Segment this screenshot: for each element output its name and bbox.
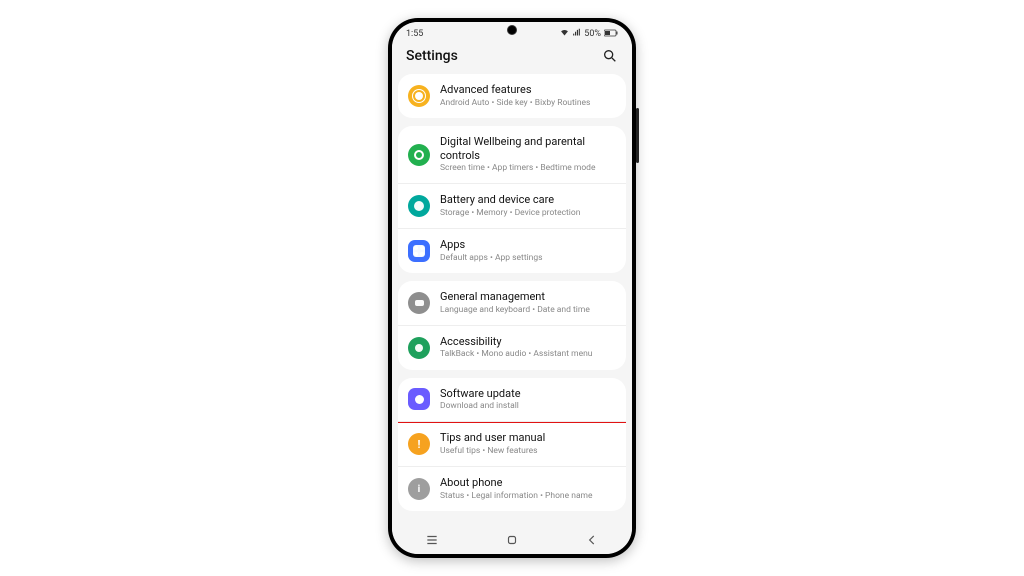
settings-group: Digital Wellbeing and parental controls … <box>398 126 626 273</box>
battery-text: 50% <box>584 29 601 39</box>
settings-item-general-management[interactable]: General management Language and keyboard… <box>398 281 626 325</box>
recents-button[interactable] <box>417 533 447 547</box>
item-subtitle: Useful tips • New features <box>440 446 616 457</box>
wifi-icon <box>560 28 569 40</box>
general-management-icon <box>408 292 430 314</box>
item-subtitle: Storage • Memory • Device protection <box>440 208 616 219</box>
header: Settings <box>392 42 632 74</box>
settings-list[interactable]: Advanced features Android Auto • Side ke… <box>392 74 632 511</box>
clock: 1:55 <box>406 29 423 39</box>
software-update-icon <box>408 388 430 410</box>
accessibility-icon <box>408 337 430 359</box>
battery-icon <box>604 29 618 40</box>
settings-item-tips[interactable]: ! Tips and user manual Useful tips • New… <box>398 421 626 466</box>
item-title: Tips and user manual <box>440 431 616 445</box>
settings-item-software-update[interactable]: Software update Download and install <box>398 378 626 424</box>
settings-item-apps[interactable]: Apps Default apps • App settings <box>398 228 626 273</box>
settings-group: General management Language and keyboard… <box>398 281 626 370</box>
settings-group: Software update Download and install ! T… <box>398 378 626 511</box>
home-button[interactable] <box>497 533 527 547</box>
apps-icon <box>408 240 430 262</box>
item-title: Apps <box>440 238 616 252</box>
screen: 1:55 50% Settings <box>392 22 632 554</box>
settings-item-digital-wellbeing[interactable]: Digital Wellbeing and parental controls … <box>398 126 626 184</box>
tips-icon: ! <box>408 433 430 455</box>
digital-wellbeing-icon <box>408 144 430 166</box>
advanced-features-icon <box>408 85 430 107</box>
back-button[interactable] <box>577 533 607 547</box>
search-icon[interactable] <box>602 48 618 64</box>
item-subtitle: Language and keyboard • Date and time <box>440 305 616 316</box>
battery-care-icon <box>408 195 430 217</box>
signal-icon <box>572 28 581 40</box>
item-title: Battery and device care <box>440 193 616 207</box>
item-subtitle: Screen time • App timers • Bedtime mode <box>440 163 616 174</box>
about-phone-icon: i <box>408 478 430 500</box>
item-subtitle: Status • Legal information • Phone name <box>440 491 616 502</box>
navigation-bar <box>392 526 632 554</box>
phone-frame: 1:55 50% Settings <box>388 18 636 558</box>
settings-group: Advanced features Android Auto • Side ke… <box>398 74 626 118</box>
item-subtitle: Default apps • App settings <box>440 253 616 264</box>
item-title: General management <box>440 290 616 304</box>
settings-item-accessibility[interactable]: Accessibility TalkBack • Mono audio • As… <box>398 325 626 370</box>
settings-item-battery-device-care[interactable]: Battery and device care Storage • Memory… <box>398 183 626 228</box>
item-title: Digital Wellbeing and parental controls <box>440 135 616 163</box>
item-title: Software update <box>440 387 616 401</box>
item-subtitle: Android Auto • Side key • Bixby Routines <box>440 98 616 109</box>
settings-item-about-phone[interactable]: i About phone Status • Legal information… <box>398 466 626 511</box>
settings-item-advanced-features[interactable]: Advanced features Android Auto • Side ke… <box>398 74 626 118</box>
item-subtitle: TalkBack • Mono audio • Assistant menu <box>440 349 616 360</box>
item-title: Advanced features <box>440 83 616 97</box>
item-title: About phone <box>440 476 616 490</box>
front-camera <box>507 25 517 35</box>
page-title: Settings <box>406 48 458 64</box>
item-subtitle: Download and install <box>440 401 616 412</box>
item-title: Accessibility <box>440 335 616 349</box>
